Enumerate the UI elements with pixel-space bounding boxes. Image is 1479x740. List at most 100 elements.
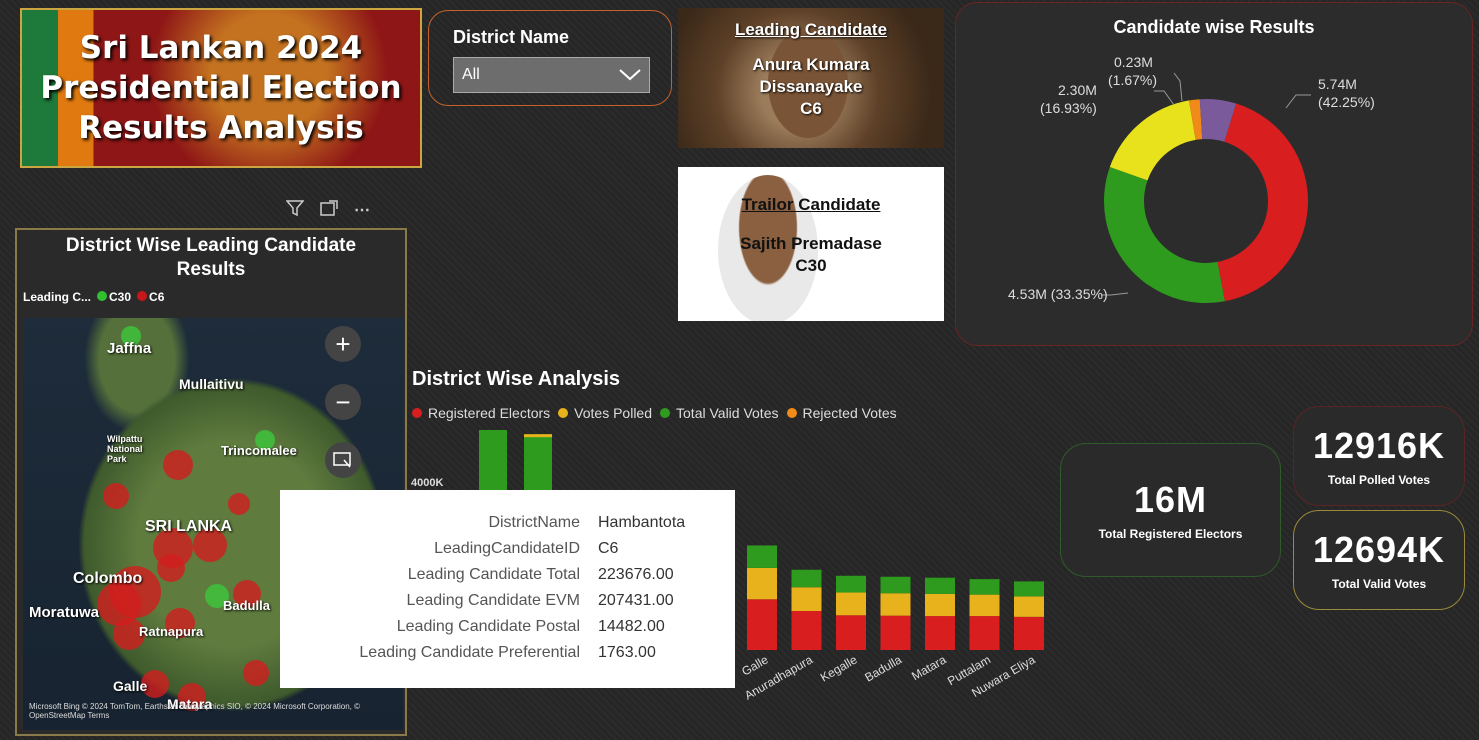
donut-slice-c30[interactable] [1104, 167, 1225, 303]
zoom-in-button[interactable]: + [325, 326, 361, 362]
kpi-polled-label: Total Polled Votes [1327, 473, 1431, 487]
bar-valid[interactable] [969, 579, 1000, 595]
y-tick-label: 4000K [411, 477, 443, 489]
visual-header-icons: ⋯ [285, 200, 370, 221]
map-bubble-c6[interactable] [228, 493, 250, 515]
bing-logo: Microsoft Bing [29, 702, 80, 711]
donut-slice-c6[interactable] [1217, 103, 1308, 302]
tooltip-row: LeadingCandidateID C6 [434, 540, 619, 557]
title-banner: Sri Lankan 2024 Presidential Election Re… [20, 8, 422, 168]
dropdown-value: All [462, 66, 480, 83]
map-bubble-c6[interactable] [163, 450, 193, 480]
bar-valid[interactable] [1014, 581, 1044, 597]
bar-valid[interactable] [747, 545, 777, 568]
map-label-jaffna: Jaffna [107, 340, 152, 357]
legend-polled[interactable]: Votes Polled [574, 405, 652, 421]
kpi-electors-label: Total Registered Electors [1098, 527, 1243, 541]
select-area-button[interactable] [325, 442, 361, 478]
tooltip-row: Leading Candidate Postal 14482.00 [396, 618, 665, 635]
map-legend-label: Leading C... [23, 290, 92, 304]
bar-polled[interactable] [880, 593, 911, 616]
select-area-icon [333, 452, 351, 468]
legend-c30[interactable]: C30 [97, 290, 131, 304]
bar-chart-legend: Registered Electors Votes Polled Total V… [412, 405, 897, 421]
leading-name-line2: Dissanayake [759, 77, 863, 96]
kpi-polled-value: 12916K [1312, 425, 1446, 466]
legend-c6[interactable]: C6 [137, 290, 164, 304]
bar-registered[interactable] [925, 616, 955, 650]
tooltip-row: DistrictName Hambantota [488, 514, 686, 531]
kpi-polled-votes: 12916K Total Polled Votes [1293, 406, 1465, 506]
tooltip-row: Leading Candidate EVM 207431.00 [406, 592, 674, 609]
bar-valid[interactable] [925, 577, 955, 594]
legend-registered[interactable]: Registered Electors [428, 405, 550, 421]
kpi-valid-votes: 12694K Total Valid Votes [1293, 510, 1465, 610]
tooltip-row: Leading Candidate Preferential 1763.00 [359, 644, 656, 661]
kpi-electors-value: 16M [1133, 479, 1208, 520]
bar-registered[interactable] [880, 615, 911, 650]
donut-slice-third[interactable] [1109, 100, 1196, 181]
map-label-trincomalee: Trincomalee [221, 443, 297, 458]
bar-polled[interactable] [925, 593, 955, 617]
title-line-2: Presidential Election [40, 69, 402, 106]
report-title: Sri Lankan 2024 Presidential Election Re… [40, 28, 401, 149]
leading-name-line1: Anura Kumara [752, 55, 870, 74]
map-attribution: Microsoft Bing © 2024 TomTom, Earthstar … [29, 702, 403, 720]
trailing-candidate-title: Trailor Candidate [741, 195, 881, 214]
candidate-results-panel: Candidate wise Results 5.74M (42.25%) 4.… [955, 2, 1473, 346]
map-bubble-c6[interactable] [243, 660, 269, 686]
map-legend: Leading C... C30 C6 [17, 282, 405, 312]
map-bubble-c6[interactable] [157, 554, 185, 582]
leading-candidate-title: Leading Candidate [734, 20, 888, 39]
bar-registered[interactable] [1014, 616, 1044, 650]
slicer-label: District Name [453, 27, 570, 47]
title-line-3: Results Analysis [78, 110, 364, 147]
donut-label-third-pct: (16.93%) [1040, 100, 1097, 116]
bar-polled[interactable] [969, 594, 1000, 617]
kpi-valid-value: 12694K [1312, 529, 1446, 570]
donut-label-fourth: 0.23M [1114, 54, 1153, 70]
zoom-out-button[interactable]: − [325, 384, 361, 420]
district-slicer: District Name All [428, 10, 672, 106]
donut-label-third: 2.30M [1058, 82, 1097, 98]
x-tick-label: Galle [739, 652, 771, 678]
donut-label-fourth-pct: (1.67%) [1108, 72, 1157, 88]
map-label-ratnapura: Ratnapura [139, 624, 204, 639]
bar-valid[interactable] [791, 569, 822, 588]
bar-polled[interactable] [1014, 596, 1044, 617]
focus-mode-icon[interactable] [320, 200, 338, 221]
more-options-icon[interactable]: ⋯ [354, 200, 370, 221]
kpi-valid-label: Total Valid Votes [1331, 577, 1427, 591]
map-label-colombo: Colombo [73, 570, 143, 587]
bar-valid[interactable] [880, 576, 911, 594]
bar-registered[interactable] [791, 611, 822, 650]
kpi-registered-electors: 16M Total Registered Electors [1060, 443, 1281, 577]
map-label-mullaitivu: Mullaitivu [179, 376, 244, 392]
bar-tall-cap [524, 434, 552, 438]
bar-valid[interactable] [836, 575, 866, 593]
map-label-moratuwa: Moratuwa [29, 604, 100, 621]
bar-registered[interactable] [969, 616, 1000, 650]
bar-registered[interactable] [747, 599, 777, 650]
map-bubble-c6[interactable] [103, 483, 129, 509]
tooltip-row: Leading Candidate Total 223676.00 [407, 566, 674, 583]
map-label-wilpattu: Wilpattu National Park [107, 434, 143, 464]
donut-label-c6: 5.74M [1318, 76, 1357, 92]
filter-icon[interactable] [285, 200, 305, 221]
donut-chart: 5.74M (42.25%) 4.53M (33.35%) 2.30M (16.… [1008, 54, 1375, 303]
bar-polled[interactable] [747, 567, 777, 600]
chevron-down-icon [619, 69, 641, 81]
bar-polled[interactable] [836, 592, 866, 616]
donut-label-c30: 4.53M (33.35%) [1008, 286, 1108, 302]
legend-valid[interactable]: Total Valid Votes [676, 405, 778, 421]
legend-rejected[interactable]: Rejected Votes [803, 405, 897, 421]
map-title: District Wise Leading Candidate Results [17, 230, 405, 282]
title-line-1: Sri Lankan 2024 [79, 29, 363, 66]
trailing-candidate-card: Trailor Candidate Sajith Premadase C30 [678, 167, 944, 321]
bar-chart-title: District Wise Analysis [412, 368, 621, 390]
leading-code: C6 [800, 99, 822, 118]
map-title-line1: District Wise Leading Candidate [65, 235, 357, 256]
bar-registered[interactable] [836, 615, 866, 650]
bar-polled[interactable] [791, 587, 822, 611]
district-dropdown[interactable]: All [453, 57, 650, 93]
